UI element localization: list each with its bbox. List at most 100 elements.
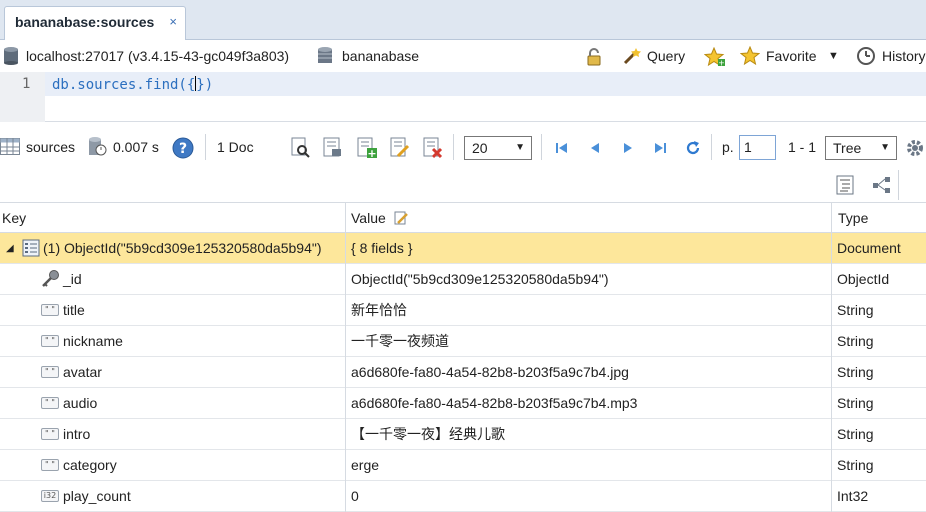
field-row-category[interactable]: " " category erge String: [0, 450, 926, 481]
document-icon: [22, 239, 40, 257]
tree-view-icon[interactable]: [872, 176, 892, 194]
field-value: a6d680fe-fa80-4a54-82b8-b203f5a9c7b4.jpg: [351, 364, 629, 380]
field-row-intro[interactable]: " " intro 【一千零一夜】经典儿歌 String: [0, 419, 926, 450]
field-key: audio: [63, 395, 98, 411]
tab-close-icon[interactable]: ×: [169, 7, 177, 37]
view-document-icon[interactable]: [290, 137, 312, 159]
lock-icon[interactable]: [584, 47, 604, 67]
document-type: Document: [837, 240, 901, 256]
view-mode-select[interactable]: Tree ▼: [825, 136, 897, 160]
field-row-audio[interactable]: " " audio a6d680fe-fa80-4a54-82b8-b203f5…: [0, 388, 926, 419]
last-page-icon[interactable]: [653, 141, 667, 155]
svg-text:+: +: [718, 59, 725, 68]
connection-bar: localhost:27017 (v3.4.15-43-gc049f3a803)…: [0, 40, 926, 72]
query-editor[interactable]: 1 db.sources.find({}): [0, 72, 926, 122]
star-icon: [740, 46, 760, 66]
string-icon: " ": [41, 397, 59, 409]
string-icon: " ": [41, 304, 59, 316]
tab-title: bananabase:sources: [15, 14, 155, 30]
results-tree-grid: Key Value Type ◢ (1) ObjectId("5b9cd309e…: [0, 202, 926, 512]
field-value: erge: [351, 457, 380, 473]
field-row-avatar[interactable]: " " avatar a6d680fe-fa80-4a54-82b8-b203f…: [0, 357, 926, 388]
refresh-icon[interactable]: [685, 140, 701, 156]
results-toolbar: sources 0.007 s ? 1 Doc + 20 ▼ p. 1 - 1 …: [0, 128, 926, 166]
key-icon: [42, 270, 59, 287]
chevron-down-icon: ▼: [515, 142, 525, 153]
page-size-select[interactable]: 20 ▼: [464, 136, 532, 160]
field-type: String: [837, 457, 874, 473]
field-key: category: [63, 457, 117, 473]
separator: [205, 134, 206, 160]
field-key: intro: [63, 426, 91, 442]
page-label: p.: [722, 139, 734, 155]
string-icon: " ": [41, 459, 59, 471]
chevron-down-icon: ▼: [828, 50, 839, 62]
field-value: ObjectId("5b9cd309e125320580da5b94"): [351, 271, 609, 287]
string-icon: " ": [41, 335, 59, 347]
field-key: title: [63, 302, 85, 318]
field-key: nickname: [63, 333, 123, 349]
database-icon: [318, 47, 332, 63]
first-page-icon[interactable]: [555, 141, 569, 155]
field-key: play_count: [63, 488, 131, 504]
column-divider[interactable]: [831, 202, 832, 512]
field-type: String: [837, 302, 874, 318]
editor-gutter: 1: [0, 72, 45, 122]
chevron-down-icon: ▼: [880, 142, 890, 153]
field-row-nickname[interactable]: " " nickname 一千零一夜频道 String: [0, 326, 926, 357]
edit-document-icon[interactable]: [322, 137, 344, 159]
delete-document-icon[interactable]: [422, 137, 444, 159]
code-text[interactable]: db.sources.find({}): [52, 76, 213, 93]
int32-icon: i32: [41, 490, 59, 502]
field-type: ObjectId: [837, 271, 890, 287]
document-value: { 8 fields }: [351, 240, 413, 256]
text-view-icon[interactable]: [836, 175, 854, 195]
string-icon: " ": [41, 428, 59, 440]
field-type: String: [837, 364, 874, 380]
field-value: a6d680fe-fa80-4a54-82b8-b203f5a9c7b4.mp3: [351, 395, 638, 411]
collapse-arrow-icon[interactable]: ◢: [6, 233, 14, 264]
update-document-icon[interactable]: [389, 137, 411, 159]
document-row[interactable]: ◢ (1) ObjectId("5b9cd309e125320580da5b94…: [0, 233, 926, 264]
separator: [541, 134, 542, 160]
field-key: avatar: [63, 364, 102, 380]
field-type: Int32: [837, 488, 869, 504]
timer-icon: [89, 137, 107, 156]
column-header-key[interactable]: Key: [1, 203, 26, 234]
tab-bananabase-sources[interactable]: bananabase:sources ×: [4, 6, 186, 40]
document-count: 1 Doc: [217, 139, 254, 155]
field-type: String: [837, 395, 874, 411]
column-header-type[interactable]: Type: [837, 203, 868, 234]
field-row-id[interactable]: _id ObjectId("5b9cd309e125320580da5b94")…: [0, 264, 926, 295]
field-value: 一千零一夜频道: [351, 333, 449, 349]
next-page-icon[interactable]: [621, 141, 635, 155]
tab-strip: bananabase:sources ×: [0, 0, 926, 40]
connection-host: localhost:27017 (v3.4.15-43-gc049f3a803): [26, 48, 290, 64]
insert-document-icon[interactable]: +: [356, 137, 378, 159]
field-row-title[interactable]: " " title 新年恰恰 String: [0, 295, 926, 326]
field-row-play-count[interactable]: i32 play_count 0 Int32: [0, 481, 926, 512]
separator: [711, 134, 712, 160]
edit-value-icon: [394, 211, 408, 225]
add-favorite-icon[interactable]: +: [704, 47, 726, 67]
field-value: 新年恰恰: [351, 302, 407, 318]
database-name: bananabase: [342, 48, 420, 64]
history-icon: [857, 47, 875, 65]
separator: [453, 134, 454, 160]
svg-text:?: ?: [179, 141, 187, 157]
result-range: 1 - 1: [788, 139, 817, 155]
field-value: 【一千零一夜】经典儿歌: [351, 426, 505, 442]
previous-page-icon[interactable]: [588, 141, 602, 155]
string-icon: " ": [41, 366, 59, 378]
query-time: 0.007 s: [113, 139, 159, 155]
collection-name: sources: [26, 139, 76, 155]
view-tools-row: [0, 168, 926, 202]
field-key: _id: [63, 271, 82, 287]
help-icon[interactable]: ?: [172, 137, 194, 159]
field-type: String: [837, 333, 874, 349]
column-header-value[interactable]: Value: [350, 203, 408, 234]
gear-icon[interactable]: [905, 138, 925, 158]
page-number-input[interactable]: 1: [739, 135, 776, 160]
column-divider[interactable]: [345, 202, 346, 512]
field-value: 0: [351, 488, 359, 504]
